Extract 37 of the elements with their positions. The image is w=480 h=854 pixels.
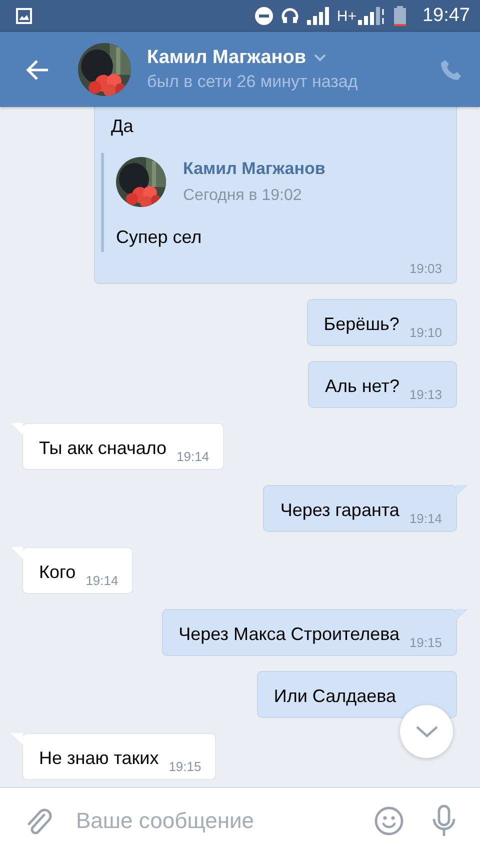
message-time: 19:15 <box>168 759 202 774</box>
image-icon <box>16 8 32 24</box>
contact-name[interactable]: Камил Магжанов <box>147 47 306 69</box>
message-text: Через гаранта <box>280 500 400 521</box>
scroll-down-button[interactable] <box>400 705 453 758</box>
message-text: Аль нет? <box>324 376 400 397</box>
message-text: Ты акк сначало <box>39 438 167 459</box>
battery-icon <box>394 6 406 26</box>
message-time: 19:14 <box>176 449 210 464</box>
headset-icon <box>280 7 299 25</box>
message-text: Да <box>111 116 134 137</box>
message-time: 19:15 <box>409 635 442 650</box>
signal-icon <box>306 7 329 25</box>
microphone-icon[interactable] <box>432 805 456 837</box>
message-text: Через Макса Строителева <box>178 624 400 645</box>
clock: 19:47 <box>422 5 470 27</box>
message-time: 19:03 <box>409 261 442 276</box>
message-text: Кого <box>39 562 76 583</box>
back-button[interactable] <box>26 58 50 80</box>
message-time: 19:13 <box>409 387 442 402</box>
call-button[interactable] <box>440 58 462 80</box>
emoji-icon[interactable] <box>374 806 404 836</box>
message-text: Берёшь? <box>324 314 400 335</box>
message-time: 19:14 <box>409 511 442 526</box>
last-seen-status: был в сети 26 минут назад <box>147 72 359 92</box>
quoted-text: Супер сел <box>116 227 203 248</box>
signal-icon <box>358 7 386 25</box>
do-not-disturb-icon <box>254 7 273 25</box>
message-time: 19:10 <box>409 325 442 340</box>
chevron-down-icon[interactable] <box>314 54 326 62</box>
message-time: 19:14 <box>86 573 118 588</box>
chevron-down-icon[interactable] <box>416 726 438 738</box>
quoted-date: Сегодня в 19:02 <box>183 187 303 205</box>
message-text: Не знаю таких <box>39 748 159 769</box>
network-type: H+ <box>336 8 356 24</box>
message-text: Или Салдаева <box>274 686 396 707</box>
quoted-author: Камил Магжанов <box>183 159 326 179</box>
